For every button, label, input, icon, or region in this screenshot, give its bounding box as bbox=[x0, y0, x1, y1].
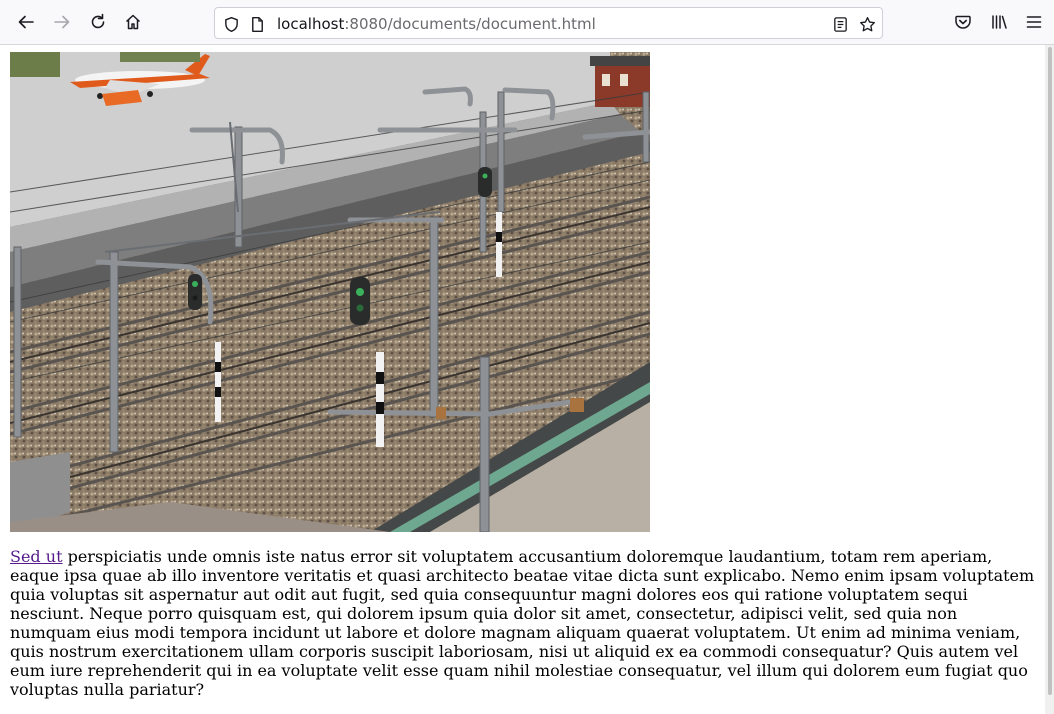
url-text[interactable]: localhost:8080/documents/document.html bbox=[277, 15, 596, 33]
home-icon[interactable] bbox=[118, 7, 148, 37]
body-paragraph: Sed ut perspiciatis unde omnis iste natu… bbox=[10, 547, 1040, 699]
reload-icon[interactable] bbox=[83, 7, 113, 37]
url-bar[interactable]: localhost:8080/documents/document.html bbox=[214, 7, 883, 39]
paragraph-text: perspiciatis unde omnis iste natus error… bbox=[10, 547, 1035, 699]
browser-toolbar: localhost:8080/documents/document.html bbox=[0, 0, 1054, 45]
bookmark-star-icon[interactable] bbox=[858, 15, 876, 33]
page-icon[interactable] bbox=[248, 15, 266, 33]
url-host: localhost bbox=[277, 15, 345, 33]
railway-photo bbox=[10, 52, 650, 532]
back-arrow-icon[interactable] bbox=[11, 7, 41, 37]
reader-view-icon[interactable] bbox=[831, 15, 849, 33]
sed-ut-link[interactable]: Sed ut bbox=[10, 547, 63, 566]
library-icon[interactable] bbox=[984, 7, 1014, 37]
pocket-icon[interactable] bbox=[948, 7, 978, 37]
url-path: :8080/documents/document.html bbox=[344, 15, 596, 33]
shield-icon[interactable] bbox=[222, 15, 240, 33]
forward-arrow-icon[interactable] bbox=[47, 7, 77, 37]
menu-icon[interactable] bbox=[1019, 7, 1049, 37]
scrollbar-thumb[interactable] bbox=[1048, 47, 1052, 695]
